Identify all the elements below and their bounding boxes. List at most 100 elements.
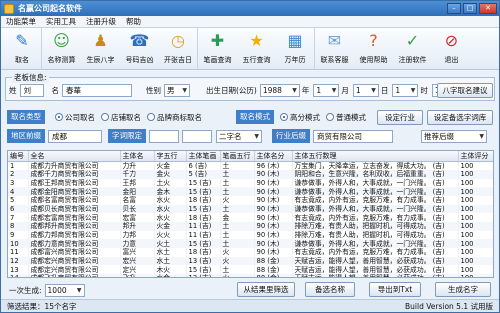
generate-count-select[interactable]: 1000 ▼ [44,284,85,297]
candidate-names-button[interactable]: 备选名称 [305,282,355,297]
column-header[interactable]: 笔画五行 [220,151,255,162]
day-select[interactable]: 1 ▼ [352,84,379,97]
status-version: Build Version 5.1 试用版 [405,301,493,311]
toolbar-button-star[interactable]: ★ 五行查询 [237,28,276,70]
toolbar-button-clock[interactable]: ◷ 开张吉日 [159,28,198,70]
toolbar-button-stroke[interactable]: ✚ 笔画查询 [198,28,237,70]
radio-company-name[interactable]: 公司取名 [55,112,95,123]
radio-high-score[interactable]: 高分模式 [280,112,320,123]
table-cell: 90 (木) [254,213,293,222]
name-length-select[interactable]: 二字名 ▼ [216,129,262,143]
table-cell: 13 (吉) [186,273,221,277]
table-row[interactable]: 6 成都贝长商贸有限公司 贝长 水火 15 (吉) 土 90 (木) 谦恭做事，外得人和，大事… [8,204,493,214]
window-title: 名赢公司起名软件 [18,4,82,13]
table-row[interactable]: 8 成都邦升商贸有限公司 邦升 火金 11 (吉) 土 90 (木) 排除万难，有贵人助，把握… [8,221,493,231]
table-row[interactable]: 4 成都金阳商贸有限公司 金阳 金木 15 (吉) 土 90 (木) 谦恭做事，外得人和，大事… [8,187,493,197]
table-cell: 100 [458,230,493,240]
toolbar-button-number[interactable]: ☎ 号码吉凶 [120,28,159,70]
table-cell: 火金 [154,221,187,231]
table-cell: 7 [8,213,29,222]
column-header[interactable]: 主体五行数理 [292,151,459,162]
radio-brand-name[interactable]: 品牌商标取名 [147,112,202,123]
toolbar-button-calendar[interactable]: ▦ 万年历 [276,28,315,70]
year-select[interactable]: 1988 ▼ [259,84,300,97]
menu-tools[interactable]: 实用工具 [41,16,81,27]
table-cell: 谦恭做事，外得人和，大事成就，一门兴隆。 (吉) [292,178,459,188]
result-table[interactable]: 编号 全名 主体名 字五行 主体笔画 笔画五行 主体名分 主体五行数理 主体评分 1 成都力升商贸… [7,150,494,278]
table-row[interactable]: 9 成都力邦商贸有限公司 力邦 火火 11 (吉) 土 90 (木) 排除万难，有贵人助，把握… [8,230,493,240]
radio-normal-mode[interactable]: 普通模式 [326,112,366,123]
toolbar-button-exit[interactable]: ⊘ 退出 [432,28,471,70]
gender-select[interactable]: 男 ▼ [164,84,190,97]
minimize-button[interactable]: – [447,3,461,14]
table-row[interactable]: 11 成都富兴商贸有限公司 富兴 水土 18 (吉) 火 90 (木) 有志竟成，内外有运，克… [8,247,493,257]
table-cell: 成都金阳商贸有限公司 [28,187,121,197]
table-header-row: 编号 全名 主体名 字五行 主体笔画 笔画五行 主体名分 主体五行数理 主体评分 [8,151,493,162]
generate-names-button[interactable]: 生成名字 [435,282,491,297]
region-prefix-input[interactable] [48,129,102,143]
hour-select[interactable]: 1 ▼ [392,84,419,97]
table-cell: 土 [220,161,255,171]
toolbar-button-name[interactable]: ✎ 取名 [3,28,42,70]
table-row[interactable]: 10 成都力意商贸有限公司 力意 火土 15 (吉) 土 90 (木) 谦恭做事，外得人和，大… [8,239,493,248]
toolbar-label: 生辰八字 [86,56,115,64]
table-row[interactable]: 2 成都千力商贸有限公司 千力 金火 5 (吉) 土 90 (木) 阴阳和合，生意兴隆，名利双… [8,170,493,179]
table-cell: 有志竟成，内外有运，克服万难，有力成事。 (吉) [292,196,459,205]
table-row[interactable]: 1 成都力升商贸有限公司 力升 火金 6 (吉) 土 96 (木) 万宝集门，天降幸运，立志奋… [8,161,493,171]
table-cell: 14 [8,273,29,277]
toolbar-button-people[interactable]: ♟ 生辰八字 [81,28,120,70]
table-row[interactable]: 13 成都定兴商贸有限公司 定兴 木火 15 (吉) 土 88 (金) 天赋吉运，能得人望，善… [8,265,493,274]
app-icon [4,3,14,14]
set-wordbank-button[interactable]: 设定备选字词库 [427,110,493,125]
table-cell: 5 [8,196,29,205]
maximize-button[interactable]: □ [463,3,477,14]
toolbar-button-help[interactable]: ? 使用帮助 [354,28,393,70]
toolbar-button-register[interactable]: ✓ 注册软件 [393,28,432,70]
month-select[interactable]: 1 ▼ [313,84,340,97]
table-cell: 18 (吉) [186,196,221,205]
table-row[interactable]: 3 成都王邦商贸有限公司 王邦 土火 15 (吉) 土 90 (木) 谦恭做事，外得人和，大事… [8,178,493,188]
table-cell: 成都力意商贸有限公司 [28,239,121,248]
toolbar-label: 名称测算 [47,56,76,64]
column-header[interactable]: 主体评分 [458,151,493,162]
set-industry-button[interactable]: 设定行业 [377,110,423,125]
toolbar-button-service[interactable]: ✉ 联系客服 [315,28,354,70]
table-cell: 火 [220,256,255,266]
table-row[interactable]: 7 成都宏富商贸有限公司 宏富 水火 18 (吉) 金 90 (木) 有志竟成，内外有运，克服… [8,213,493,222]
column-header[interactable]: 全名 [28,151,121,162]
toolbar-label: 使用帮助 [359,56,388,64]
word-limit-input-1[interactable] [149,129,179,143]
menu-function[interactable]: 功能菜单 [1,16,41,27]
column-header[interactable]: 主体名 [120,151,155,162]
table-cell: 11 (吉) [186,230,221,240]
service-icon: ✉ [327,31,342,50]
column-header[interactable]: 字五行 [154,151,187,162]
table-row[interactable]: 14成都飞升商贸有限公司飞升水金13 (吉)火88 (金)天赋吉运，能得人望，善… [8,273,493,277]
table-cell: 11 (吉) [186,221,221,231]
word-limit-input-2[interactable] [182,129,212,143]
menu-help[interactable]: 帮助 [121,16,146,27]
export-txt-button[interactable]: 导出到Txt [369,282,421,297]
table-cell: 力邦 [120,230,155,240]
table-cell: 火 [220,273,255,277]
surname-input[interactable] [19,84,44,97]
menu-register[interactable]: 注册升级 [81,16,121,27]
column-header[interactable]: 主体笔画 [186,151,221,162]
filter-results-button[interactable]: 从结果里筛选 [237,282,295,297]
toolbar-button-test[interactable]: ☺ 名称测算 [42,28,81,70]
table-cell: 6 [8,204,29,214]
givenname-input[interactable] [62,84,132,97]
radio-shop-name[interactable]: 店铺取名 [101,112,141,123]
close-button[interactable]: ✕ [479,3,497,14]
table-cell: 成都宏兴商贸有限公司 [28,256,121,266]
column-header[interactable]: 编号 [8,151,29,162]
industry-suffix-input[interactable] [313,129,393,143]
table-cell: 成都王邦商贸有限公司 [28,178,121,188]
table-cell: 金 [220,213,255,222]
bazi-suggestion-button[interactable]: 八字取名建议 [437,83,493,98]
suffix-sort-select[interactable]: 推荐后缀 ▼ [421,129,487,143]
table-cell: 土 [220,265,255,274]
column-header[interactable]: 主体名分 [254,151,293,162]
table-row[interactable]: 5 成都名富商贸有限公司 名富 水火 18 (吉) 火 90 (木) 有志竟成，内外有运，克服… [8,196,493,205]
table-row[interactable]: 12 成都宏兴商贸有限公司 宏兴 水土 13 (吉) 火 88 (金) 天赋吉运，能得人望，善… [8,256,493,266]
